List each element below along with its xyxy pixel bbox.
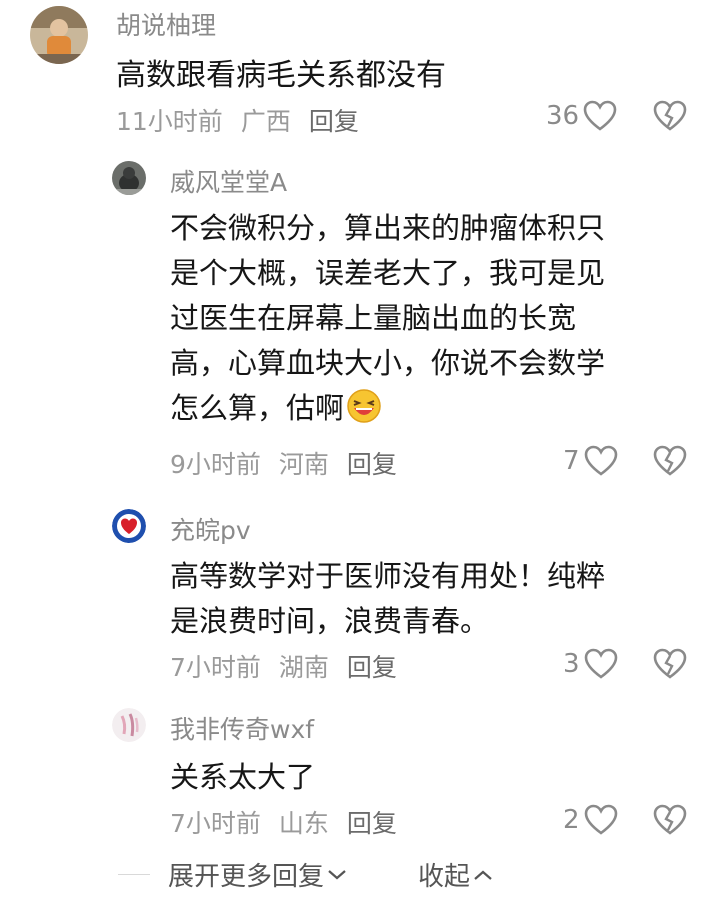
collapse-replies-label: 收起: [418, 862, 471, 892]
comment-time: 7小时前: [170, 653, 261, 682]
comment-meta: 7小时前 湖南 回复: [170, 648, 415, 684]
comment-text: 高数跟看病毛关系都没有: [116, 58, 446, 93]
comment-time: 11小时前: [116, 107, 223, 136]
comment-text-line: 高等数学对于医师没有用处！纯粹: [170, 559, 606, 593]
comment-item: 胡说柚理 高数跟看病毛关系都没有 11小时前 广西 回复 36: [0, 0, 719, 140]
reply-button[interactable]: 回复: [347, 653, 397, 682]
comment-text-line: 是浪费时间，浪费青春。: [170, 604, 490, 638]
dislike-button[interactable]: [653, 445, 687, 481]
heart-outline-icon: [583, 100, 617, 131]
comment-meta: 9小时前 河南 回复: [170, 445, 415, 481]
comment-location: 山东: [278, 809, 329, 838]
comment-text-line: 怎么算，估啊: [170, 385, 382, 427]
heart-outline-icon: [584, 445, 617, 476]
reply-button[interactable]: 回复: [347, 809, 397, 838]
reply-button[interactable]: 回复: [309, 107, 359, 136]
comment-username[interactable]: 充皖pv: [170, 511, 251, 547]
comment-text-line: 过医生在屏幕上量脑出血的长宽: [170, 301, 577, 335]
dislike-button[interactable]: [653, 804, 687, 840]
collapse-replies-button[interactable]: 收起: [418, 856, 494, 893]
comment-meta: 11小时前 广西 回复: [116, 102, 377, 138]
like-button[interactable]: 7: [563, 445, 618, 477]
comment-meta: 7小时前 山东 回复: [170, 804, 415, 840]
chevron-up-icon: [474, 870, 492, 880]
heart-outline-icon: [584, 804, 617, 835]
broken-heart-icon: [653, 445, 687, 476]
comment-text-line: 关系太大了: [170, 760, 316, 794]
comment-username[interactable]: 威风堂堂A: [170, 163, 287, 199]
comment-text-fragment: 怎么算，估啊: [170, 391, 345, 425]
expand-replies-label: 展开更多回复: [168, 862, 325, 892]
comment-time: 7小时前: [170, 809, 261, 838]
avatar[interactable]: [112, 509, 146, 543]
reply-item: 我非传奇wxf 关系太大了 7小时前 山东 回复 2: [0, 704, 719, 844]
broken-heart-icon: [653, 100, 687, 131]
chevron-down-icon: [328, 869, 346, 879]
laughing-emoji-icon: [347, 389, 381, 423]
comment-text-line: 不会微积分，算出来的肿瘤体积只: [170, 211, 606, 245]
dislike-button[interactable]: [653, 100, 687, 136]
avatar[interactable]: [112, 161, 146, 195]
avatar[interactable]: [30, 6, 88, 64]
comment-text-line: 高，心算血块大小，你说不会数学: [170, 346, 606, 380]
avatar[interactable]: [112, 708, 146, 742]
dislike-button[interactable]: [653, 648, 687, 684]
like-count: 2: [563, 805, 580, 835]
broken-heart-icon: [653, 648, 687, 679]
like-count: 36: [546, 101, 580, 131]
comment-username[interactable]: 胡说柚理: [116, 6, 216, 42]
reply-button[interactable]: 回复: [347, 450, 397, 479]
expand-replies-button[interactable]: 展开更多回复: [168, 856, 348, 893]
comment-time: 9小时前: [170, 450, 261, 479]
divider: [118, 874, 150, 875]
like-button[interactable]: 3: [563, 648, 618, 680]
like-count: 3: [563, 649, 580, 679]
comment-username[interactable]: 我非传奇wxf: [170, 710, 314, 746]
comment-text-line: 是个大概，误差老大了，我可是见: [170, 256, 606, 290]
like-button[interactable]: 36: [546, 100, 617, 132]
like-button[interactable]: 2: [563, 804, 618, 836]
heart-outline-icon: [584, 648, 617, 679]
comment-location: 湖南: [278, 653, 329, 682]
reply-item: 充皖pv 高等数学对于医师没有用处！纯粹 是浪费时间，浪费青春。 7小时前 湖南回…: [0, 503, 719, 688]
comment-location: 广西: [240, 107, 291, 136]
broken-heart-icon: [653, 804, 687, 835]
replies-footer: 展开更多回复 收起: [0, 852, 719, 892]
reply-item: 威风堂堂A 不会微积分，算出来的肿瘤体积只 是个大概，误差老大了，我可是见 过医…: [0, 155, 719, 485]
comment-location: 河南: [278, 450, 329, 479]
like-count: 7: [563, 446, 580, 476]
